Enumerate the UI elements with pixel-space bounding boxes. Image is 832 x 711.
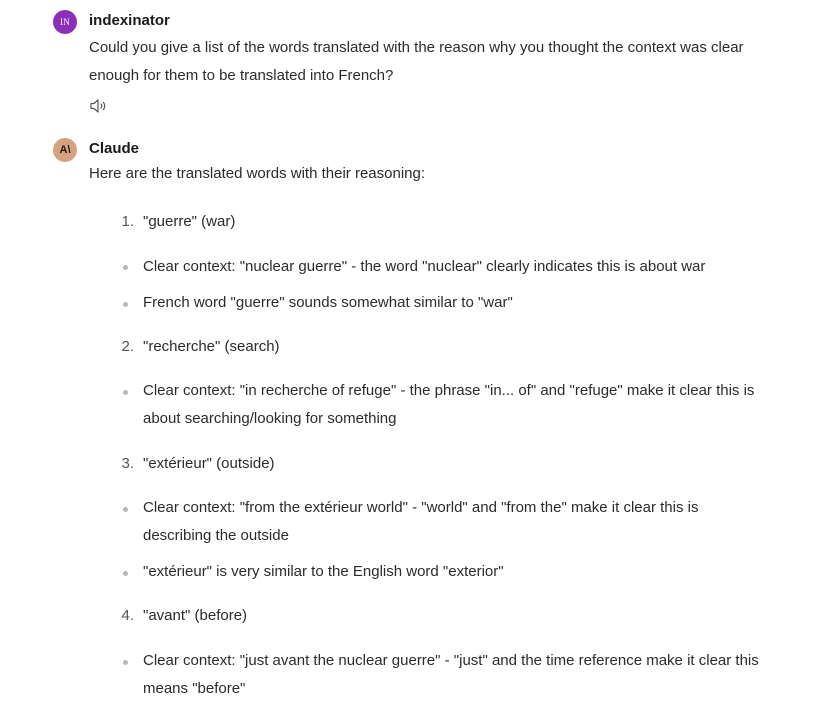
list-item-title: "avant" (before) (143, 607, 248, 624)
list-item-title: "guerre" (war) (143, 213, 236, 230)
list-item-bullet: Clear context: "just avant the nuclear g… (143, 652, 759, 697)
list-item-bullet: Clear context: "nuclear guerre" - the wo… (143, 258, 706, 275)
bullet-dot (123, 302, 128, 307)
user-name: indexinator (89, 12, 170, 29)
claude-avatar: A\ (53, 138, 77, 162)
list-number: 4. (121, 607, 134, 624)
list-item-title: "recherche" (search) (143, 338, 280, 355)
list-item-bullet: Clear context: "from the extérieur world… (143, 499, 699, 544)
list-item-bullet: "extérieur" is very similar to the Engli… (143, 563, 504, 580)
list-item-bullet: French word "guerre" sounds somewhat sim… (143, 294, 513, 311)
list-item-title: "extérieur" (outside) (143, 455, 275, 472)
bullet-dot (123, 390, 128, 395)
user-message-text: Could you give a list of the words trans… (89, 39, 744, 84)
user-avatar: IN (53, 10, 77, 34)
bullet-dot (123, 265, 128, 270)
bullet-dot (123, 571, 128, 576)
list-item-bullet: Clear context: "in recherche of refuge" … (143, 382, 755, 427)
assistant-name: Claude (89, 140, 140, 157)
bullet-dot (123, 507, 128, 512)
chat-transcript: IN indexinator Could you give a list of … (0, 0, 832, 711)
bullet-dot (123, 660, 128, 665)
assistant-intro: Here are the translated words with their… (89, 165, 426, 182)
list-number: 2. (121, 338, 134, 355)
list-number: 1. (121, 213, 134, 230)
list-number: 3. (121, 455, 134, 472)
speaker-icon[interactable] (89, 98, 109, 114)
